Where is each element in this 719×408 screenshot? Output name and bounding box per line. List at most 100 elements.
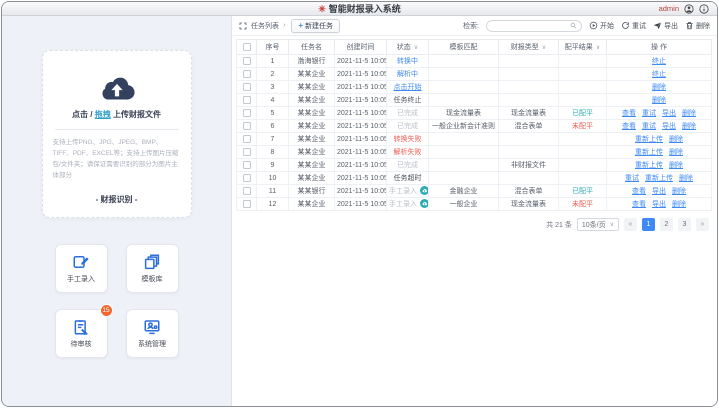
report-type-filter-icon[interactable]: ∨ [542, 45, 546, 51]
search-input[interactable] [491, 22, 570, 29]
sidebar: 点击 / 拖拽 上传财报文件 支持上传PNG、JPG、JPEG、BMP、TIFF… [2, 16, 232, 406]
info-icon[interactable] [699, 4, 709, 14]
row-checkbox[interactable] [243, 148, 251, 156]
page-button-3[interactable]: 3 [678, 218, 691, 231]
operation-link[interactable]: 重试 [625, 175, 639, 182]
export-label: 导出 [664, 21, 678, 31]
page-button-1[interactable]: 1 [642, 218, 655, 231]
operation-link[interactable]: 删除 [672, 201, 686, 208]
operations-cell: 查看导出删除 [607, 185, 712, 198]
sidebar-card-pending-review[interactable]: 15 待审核 [55, 309, 108, 358]
operation-link[interactable]: 重新上传 [635, 136, 663, 143]
prev-page-button[interactable]: « [624, 218, 637, 231]
row-checkbox[interactable] [243, 200, 251, 208]
operation-link[interactable]: 删除 [672, 188, 686, 195]
page-button-2[interactable]: 2 [660, 218, 673, 231]
status-text: 已完成 [397, 110, 418, 117]
operation-link[interactable]: 查看 [632, 201, 646, 208]
retry-button[interactable]: 重试 [621, 21, 646, 31]
new-task-button[interactable]: + 新建任务 [291, 19, 340, 33]
created-time: 2021-11-5 10:05 [335, 68, 387, 81]
report-type: 现金流量表 [499, 107, 559, 120]
template-match [429, 172, 499, 185]
manual-entry-icon [72, 253, 90, 271]
operation-link[interactable]: 查看 [622, 110, 636, 117]
status-text[interactable]: 点击开始 [394, 84, 422, 91]
system-management-icon [143, 318, 161, 336]
refresh-icon [621, 21, 630, 30]
operation-link[interactable]: 导出 [652, 201, 666, 208]
search-label: 检索: [463, 21, 479, 31]
operation-link[interactable]: 导出 [652, 188, 666, 195]
operation-link[interactable]: 删除 [669, 149, 683, 156]
row-checkbox[interactable] [243, 70, 251, 78]
upload-drag-link[interactable]: 拖拽 [95, 110, 111, 119]
app-window: ✳智能财报录入系统 admin 点击 / 拖拽 上传财报文件 [1, 1, 718, 407]
sidebar-card-template-library[interactable]: 模板库 [126, 244, 179, 293]
balance-cell: 未配平 [559, 198, 607, 211]
operation-link[interactable]: 导出 [662, 110, 676, 117]
operation-link[interactable]: 导出 [662, 123, 676, 130]
user-avatar-icon[interactable] [684, 4, 694, 14]
table-row: 4某某企业2021-11-5 10:05任务终止删除 [237, 94, 712, 107]
table-header-row: 序号 任务名 创建时间 状态∨ 模板匹配 财报类型∨ 配平结果∨ 操 作 [237, 40, 712, 55]
operation-link[interactable]: 删除 [682, 123, 696, 130]
fullscreen-icon[interactable] [239, 22, 247, 30]
header-no: 序号 [257, 40, 289, 55]
sidebar-card-system-management[interactable]: 系统管理 [126, 309, 179, 358]
delete-button[interactable]: 删除 [685, 21, 710, 31]
status-text: 解析失败 [394, 149, 422, 156]
pagination: 共 21 条 10条/页 ∨ « 1 2 3 » [232, 211, 717, 231]
search-icon[interactable] [570, 22, 577, 29]
operation-link[interactable]: 终止 [652, 71, 666, 78]
row-checkbox[interactable] [243, 187, 251, 195]
operation-link[interactable]: 删除 [669, 162, 683, 169]
operation-link[interactable]: 删除 [679, 175, 693, 182]
operation-link[interactable]: 重新上传 [645, 175, 673, 182]
operation-link[interactable]: 重新上传 [635, 162, 663, 169]
operation-link[interactable]: 删除 [682, 110, 696, 117]
row-checkbox[interactable] [243, 96, 251, 104]
row-checkbox[interactable] [243, 109, 251, 117]
pending-review-badge: 15 [100, 304, 113, 317]
row-checkbox[interactable] [243, 174, 251, 182]
balance-result: 已配平 [572, 188, 593, 195]
row-checkbox[interactable] [243, 57, 251, 65]
username-label[interactable]: admin [659, 4, 679, 13]
operation-link[interactable]: 重新上传 [635, 149, 663, 156]
row-checkbox[interactable] [243, 161, 251, 169]
upload-dropzone[interactable]: 点击 / 拖拽 上传财报文件 支持上传PNG、JPG、JPEG、BMP、TIFF… [42, 50, 192, 218]
created-time: 2021-11-5 10:05 [335, 146, 387, 159]
row-number: 12 [257, 198, 289, 211]
row-number: 9 [257, 159, 289, 172]
operation-link[interactable]: 查看 [632, 188, 646, 195]
operation-link[interactable]: 终止 [652, 58, 666, 65]
operation-link[interactable]: 重试 [642, 123, 656, 130]
select-all-checkbox[interactable] [243, 43, 251, 51]
table-row: 7某某企业2021-11-5 10:05转换失败重新上传删除 [237, 133, 712, 146]
row-checkbox[interactable] [243, 135, 251, 143]
start-button[interactable]: 开始 [589, 21, 614, 31]
operation-link[interactable]: 删除 [652, 97, 666, 104]
report-type [499, 146, 559, 159]
breadcrumb[interactable]: 任务列表 [251, 21, 279, 31]
balance-filter-icon[interactable]: ∨ [596, 45, 600, 51]
row-checkbox[interactable] [243, 122, 251, 130]
operation-link[interactable]: 删除 [669, 136, 683, 143]
operations-cell: 重新上传删除 [607, 133, 712, 146]
row-select-cell [237, 146, 257, 159]
operation-link[interactable]: 重试 [642, 110, 656, 117]
next-page-button[interactable]: » [696, 218, 709, 231]
created-time: 2021-11-5 10:05 [335, 81, 387, 94]
page-size-select[interactable]: 10条/页 ∨ [577, 218, 619, 231]
task-name: 某某企业 [289, 94, 335, 107]
search-box[interactable] [486, 20, 582, 32]
row-checkbox[interactable] [243, 83, 251, 91]
table-row: 12某某企业2021-11-5 10:05手工录入一般企业现金流量表未配平查看导… [237, 198, 712, 211]
operation-link[interactable]: 查看 [622, 123, 636, 130]
sidebar-card-manual-entry[interactable]: 手工录入 [55, 244, 108, 293]
export-button[interactable]: 导出 [653, 21, 678, 31]
status-filter-icon[interactable]: ∨ [414, 45, 418, 51]
status-text: 手工录入 [389, 201, 417, 208]
operation-link[interactable]: 删除 [652, 84, 666, 91]
